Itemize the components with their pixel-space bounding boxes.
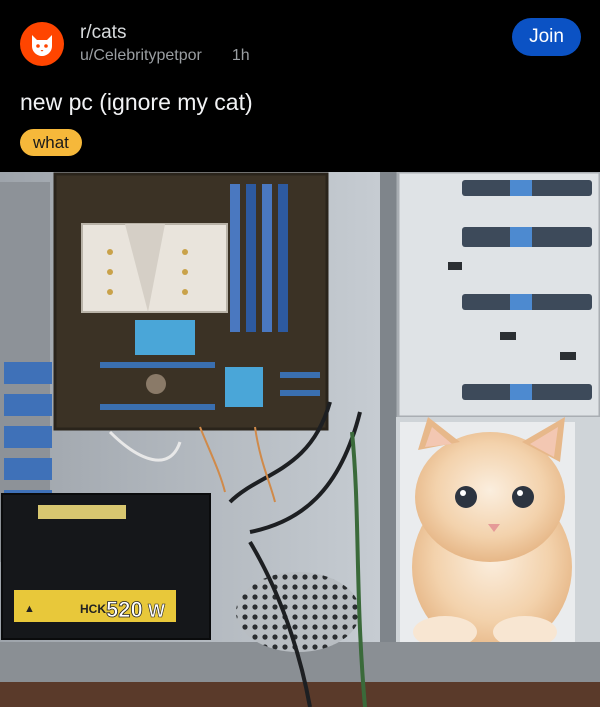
cat-icon	[32, 35, 52, 56]
subreddit-avatar[interactable]	[20, 22, 64, 66]
psu-unit-text: W	[148, 601, 165, 621]
post-title[interactable]: new pc (ignore my cat)	[20, 89, 253, 116]
post-image[interactable]: ▲ HCK 520 W	[0, 172, 600, 707]
drive-bays	[396, 172, 600, 419]
psu-wattage-text: 520	[106, 597, 143, 622]
svg-text:▲: ▲	[24, 603, 35, 615]
join-button[interactable]: Join	[512, 18, 581, 56]
power-supply: ▲ HCK 520 W	[1, 493, 211, 640]
post-time: 1h	[231, 47, 250, 64]
fan-grill	[236, 572, 360, 652]
post-meta: u/Celebritypetpor 1h	[80, 47, 250, 65]
psu-model-text: HCK	[80, 602, 106, 616]
motherboard	[53, 172, 329, 431]
post-flair[interactable]: what	[20, 129, 82, 156]
author-username[interactable]: u/Celebritypetpor	[80, 47, 202, 64]
post-header: r/cats u/Celebritypetpor 1h Join new pc (…	[0, 0, 600, 172]
cat	[412, 417, 572, 652]
subreddit-name[interactable]: r/cats	[80, 22, 126, 44]
